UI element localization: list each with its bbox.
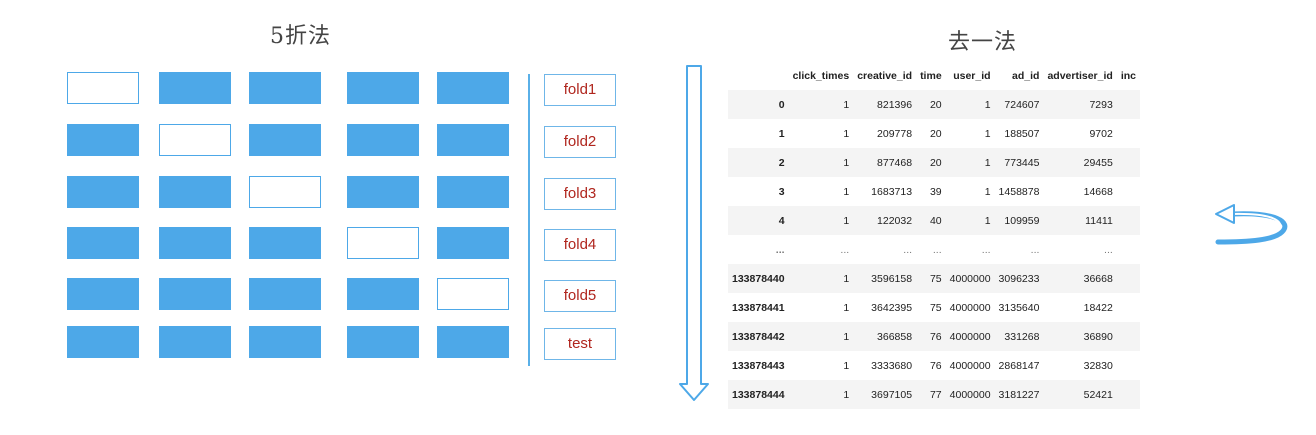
arrows-layer (679, 65, 1288, 401)
down-arrow-icon (679, 65, 709, 401)
curved-arrow-icon (1215, 204, 1288, 245)
